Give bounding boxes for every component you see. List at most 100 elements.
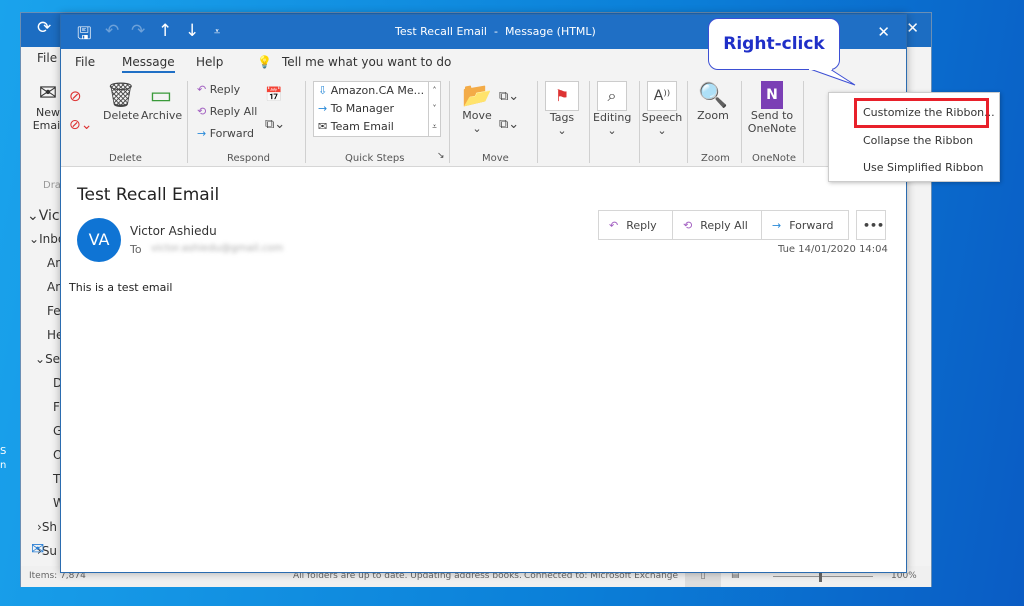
delete-button[interactable]: 🗑 Delete bbox=[103, 81, 139, 122]
quick-steps-gallery[interactable]: ⇩ Amazon.CA Me... → To Manager ✉ Team Em… bbox=[313, 81, 441, 137]
flag-icon: ⚑ bbox=[545, 81, 579, 111]
send-to-onenote-button[interactable]: N Send to OneNote bbox=[745, 81, 799, 135]
zoom-label: Zoom bbox=[697, 109, 729, 122]
group-label-delete: Delete bbox=[109, 153, 142, 164]
divider bbox=[803, 81, 804, 163]
divider bbox=[305, 81, 306, 163]
desktop-fragment: Sn bbox=[0, 445, 6, 473]
recipient-address[interactable]: victor.ashiedu@gmail.com bbox=[151, 243, 283, 254]
callout-text: Right-click bbox=[723, 34, 825, 54]
next-item-icon[interactable]: ↓ bbox=[185, 21, 199, 41]
save-icon[interactable]: 🖫 bbox=[77, 21, 91, 50]
meeting-reply-icon[interactable]: 📅 bbox=[265, 87, 282, 103]
mail-nav-icon[interactable]: ✉ bbox=[31, 539, 44, 558]
folder-item[interactable]: Fe bbox=[47, 304, 61, 318]
tags-button[interactable]: ⚑ Tags ⌄ bbox=[545, 81, 579, 137]
onenote-icon: N bbox=[761, 81, 783, 109]
divider bbox=[687, 81, 688, 163]
quick-step-item[interactable]: → To Manager bbox=[318, 102, 394, 115]
to-label: To bbox=[130, 243, 142, 256]
reply-action-button[interactable]: ↶ Reply bbox=[598, 210, 673, 240]
reply-icon: ↶ bbox=[197, 83, 207, 96]
rules-icon[interactable]: ⧉⌄ bbox=[499, 89, 519, 104]
lightbulb-icon: 💡 bbox=[257, 55, 272, 69]
onenote-move-icon[interactable]: ⧉⌄ bbox=[499, 117, 519, 132]
tab-file[interactable]: File bbox=[75, 55, 95, 69]
menu-item-collapse-ribbon[interactable]: Collapse the Ribbon bbox=[863, 134, 973, 147]
folder-item[interactable]: F bbox=[53, 400, 60, 414]
tell-me-search[interactable]: Tell me what you want to do bbox=[282, 55, 451, 69]
new-email-label: New Email bbox=[32, 106, 64, 132]
group-label-respond: Respond bbox=[227, 153, 271, 164]
read-aloud-icon: A⁾⁾ bbox=[647, 81, 677, 111]
quick-steps-launcher-icon[interactable]: ↘ bbox=[437, 151, 445, 161]
divider bbox=[449, 81, 450, 163]
message-window: 🖫 ↶ ↷ ↑ ↓ ⩡ Test Recall Email - Message … bbox=[60, 14, 907, 573]
menu-item-customize-ribbon[interactable]: Customize the Ribbon... bbox=[863, 106, 995, 119]
archive-icon: ▭ bbox=[149, 81, 173, 109]
move-button[interactable]: 📂 Move ⌄ bbox=[459, 81, 495, 135]
sender-name[interactable]: Victor Ashiedu bbox=[130, 224, 217, 238]
customize-qat-icon[interactable]: ⩡ bbox=[214, 25, 220, 39]
gallery-scroll-icon[interactable]: ˄ ˅ ⩡ bbox=[428, 82, 440, 136]
editing-button[interactable]: ⌕ Editing ⌄ bbox=[593, 81, 631, 137]
speech-button[interactable]: A⁾⁾ Speech ⌄ bbox=[641, 81, 683, 137]
zoom-button[interactable]: 🔍 Zoom bbox=[693, 81, 733, 122]
email-subject: Test Recall Email bbox=[77, 185, 220, 205]
more-respond-icon[interactable]: ⧉⌄ bbox=[265, 117, 285, 132]
group-label-zoom: Zoom bbox=[701, 153, 730, 164]
onenote-label: Send to OneNote bbox=[747, 109, 797, 135]
quick-step-item[interactable]: ⇩ Amazon.CA Me... bbox=[318, 84, 424, 97]
folder-drafts[interactable]: Dra bbox=[43, 180, 61, 191]
more-actions-button[interactable]: ••• bbox=[856, 210, 886, 240]
move-folder-icon: 📂 bbox=[462, 81, 492, 109]
menu-item-simplified-ribbon[interactable]: Use Simplified Ribbon bbox=[863, 161, 983, 174]
search-icon: ⌕ bbox=[597, 81, 627, 111]
quick-step-item[interactable]: ✉ Team Email bbox=[318, 120, 394, 133]
reply-all-action-button[interactable]: ⟲ Reply All bbox=[672, 210, 762, 240]
archive-button[interactable]: ▭ Archive bbox=[141, 81, 183, 122]
redo-icon: ↷ bbox=[131, 21, 146, 41]
previous-item-icon[interactable]: ↑ bbox=[158, 21, 172, 41]
editing-label: Editing bbox=[593, 111, 632, 124]
forward-action-button[interactable]: → Forward bbox=[761, 210, 849, 240]
sync-icon[interactable]: ⟳ bbox=[37, 18, 51, 38]
reply-all-icon: ⟲ bbox=[197, 105, 207, 118]
divider bbox=[537, 81, 538, 163]
sent-date: Tue 14/01/2020 14:04 bbox=[778, 244, 888, 255]
tab-message[interactable]: Message bbox=[122, 55, 175, 73]
group-label-quick-steps: Quick Steps bbox=[345, 153, 405, 164]
ribbon: ⊘ ⊘⌄ 🗑 Delete ▭ Archive Delete ↶ Reply ⟲ R… bbox=[61, 75, 906, 167]
context-menu: Customize the Ribbon... Collapse the Rib… bbox=[828, 92, 1000, 182]
group-label-move: Move bbox=[482, 153, 509, 164]
folder-item[interactable]: ⌄Se bbox=[35, 352, 60, 366]
divider bbox=[589, 81, 590, 163]
tab-help[interactable]: Help bbox=[196, 55, 223, 69]
tags-label: Tags bbox=[549, 111, 575, 124]
move-label: Move bbox=[462, 109, 492, 122]
desktop-icon-label: S bbox=[0, 446, 7, 457]
reply-all-button[interactable]: ⟲ Reply All bbox=[197, 105, 257, 118]
forward-button[interactable]: → Forward bbox=[197, 127, 254, 140]
folder-item[interactable]: ⌄Vic bbox=[27, 208, 60, 224]
ignore-icon[interactable]: ⊘ bbox=[69, 87, 82, 105]
close-icon[interactable]: ✕ bbox=[877, 23, 890, 41]
desktop-icon-label: n bbox=[0, 460, 7, 471]
junk-icon[interactable]: ⊘⌄ bbox=[69, 117, 92, 133]
reply-button[interactable]: ↶ Reply bbox=[197, 83, 240, 96]
divider bbox=[187, 81, 188, 163]
folder-item[interactable]: ›Sh bbox=[37, 520, 57, 534]
main-tab-file[interactable]: File bbox=[37, 51, 57, 65]
group-label-onenote: OneNote bbox=[752, 153, 797, 164]
reply-icon: ↶ bbox=[609, 218, 619, 232]
archive-label: Archive bbox=[141, 109, 183, 122]
forward-arrow-icon: → bbox=[197, 127, 207, 140]
delete-label: Delete bbox=[103, 109, 140, 122]
reply-all-icon: ⟲ bbox=[683, 218, 693, 232]
main-close-icon[interactable]: ✕ bbox=[906, 19, 919, 37]
undo-icon: ↶ bbox=[105, 21, 120, 41]
zoom-slider[interactable] bbox=[773, 571, 873, 582]
email-body: This is a test email bbox=[69, 281, 173, 294]
window-title: Test Recall Email - Message (HTML) bbox=[395, 25, 596, 38]
avatar: VA bbox=[77, 218, 121, 262]
